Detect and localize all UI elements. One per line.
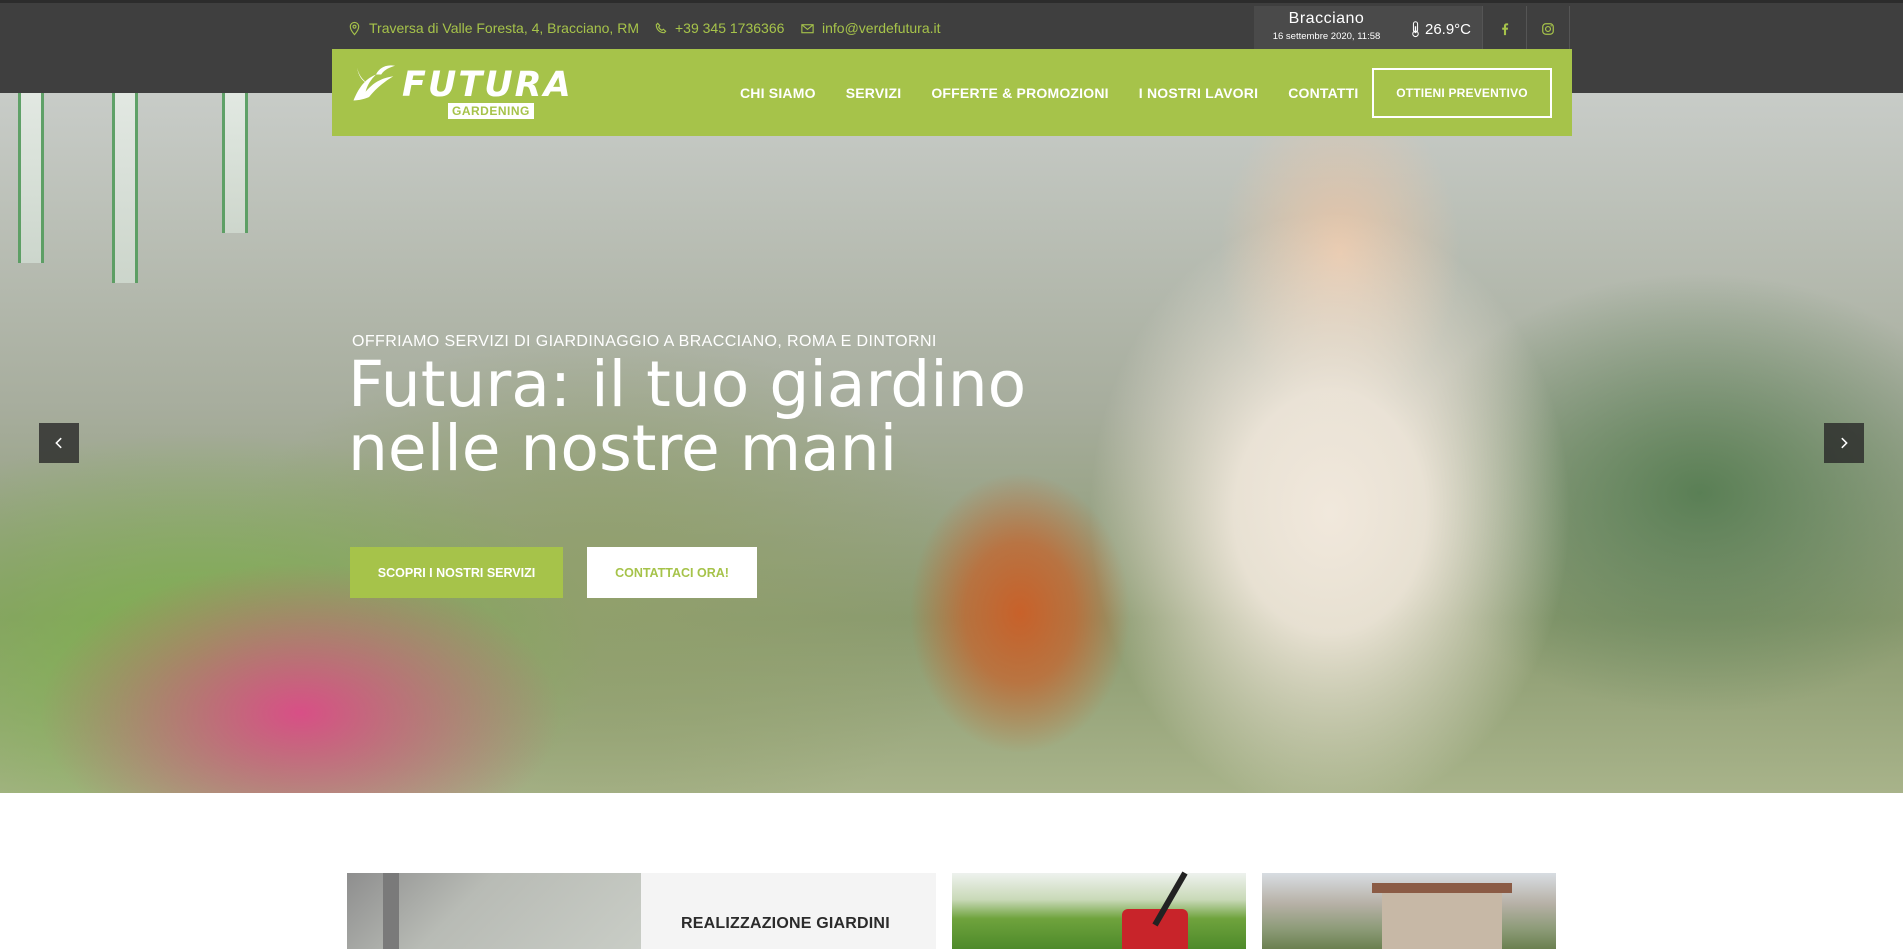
- logo-subtitle: GARDENING: [448, 103, 534, 119]
- card-garden-creation[interactable]: REALIZZAZIONE GIARDINI: [641, 873, 936, 949]
- nav-servizi[interactable]: SERVIZI: [846, 85, 902, 101]
- facebook-link[interactable]: [1482, 6, 1526, 52]
- weather-temp-block: 26.9°C: [1399, 6, 1482, 52]
- email-text: info@verdefutura.it: [822, 20, 941, 36]
- slider-prev-button[interactable]: [39, 423, 79, 463]
- slider-next-button[interactable]: [1824, 423, 1864, 463]
- envelope-icon: [801, 23, 814, 33]
- hero-slider: OFFRIAMO SERVIZI DI GIARDINAGGIO A BRACC…: [0, 93, 1903, 793]
- chevron-left-icon: [55, 437, 62, 449]
- weather-city-block: Bracciano 16 settembre 2020, 11:58: [1254, 6, 1399, 52]
- site-logo[interactable]: FUTURA GARDENING: [350, 61, 571, 123]
- card-image-lawn-mowing[interactable]: [952, 871, 1246, 949]
- hero-bg-banner: [112, 93, 138, 283]
- weather-datetime: 16 settembre 2020, 11:58: [1272, 31, 1381, 42]
- hero-bg-banner: [222, 93, 248, 233]
- nav-contatti[interactable]: CONTATTI: [1288, 85, 1358, 101]
- address-text: Traversa di Valle Foresta, 4, Bracciano,…: [369, 20, 639, 36]
- email-contact[interactable]: info@verdefutura.it: [800, 17, 941, 39]
- chevron-right-icon: [1841, 437, 1848, 449]
- nav-chi-siamo[interactable]: CHI SIAMO: [740, 85, 816, 101]
- phone-icon: [655, 22, 667, 33]
- get-quote-button[interactable]: OTTIENI PREVENTIVO: [1372, 68, 1552, 118]
- phone-text: +39 345 1736366: [675, 20, 785, 36]
- weather-city: Bracciano: [1288, 10, 1365, 27]
- facebook-icon: [1501, 23, 1508, 36]
- address-contact: Traversa di Valle Foresta, 4, Bracciano,…: [347, 17, 639, 39]
- thermometer-icon: [1412, 21, 1419, 38]
- instagram-link[interactable]: [1526, 6, 1570, 52]
- main-menu: CHI SIAMO SERVIZI OFFERTE & PROMOZIONI I…: [740, 49, 1388, 136]
- hero-title-line-1: Futura: il tuo giardino: [348, 348, 1027, 421]
- instagram-icon: [1542, 23, 1554, 35]
- main-navbar: FUTURA GARDENING CHI SIAMO SERVIZI OFFER…: [332, 49, 1572, 136]
- nav-offerte-promozioni[interactable]: OFFERTE & PROMOZIONI: [931, 85, 1108, 101]
- card-image-irrigation[interactable]: [1262, 873, 1556, 949]
- map-pin-icon: [349, 21, 360, 35]
- card-title: REALIZZAZIONE GIARDINI: [681, 915, 890, 932]
- weather-widget: Bracciano 16 settembre 2020, 11:58 26.9°…: [1254, 6, 1482, 52]
- roof-shape: [1372, 883, 1512, 893]
- nav-i-nostri-lavori[interactable]: I NOSTRI LAVORI: [1139, 85, 1258, 101]
- house-shape: [1382, 891, 1502, 949]
- card-image-detail: [383, 873, 399, 949]
- services-cards: REALIZZAZIONE GIARDINI: [0, 793, 1903, 949]
- weather-temperature: 26.9°C: [1424, 20, 1472, 38]
- card-image-garden-creation[interactable]: [347, 873, 641, 949]
- contact-us-button[interactable]: CONTATTACI ORA!: [587, 547, 757, 598]
- hero-title-line-2: nelle nostre mani: [348, 412, 898, 485]
- swallow-logo-icon: [353, 65, 396, 101]
- lawnmower-shape: [1122, 909, 1188, 949]
- hero-bg-banner: [18, 93, 44, 263]
- discover-services-button[interactable]: SCOPRI I NOSTRI SERVIZI: [350, 547, 563, 598]
- logo-wordmark: FUTURA: [402, 65, 573, 105]
- hero-title: Futura: il tuo giardino nelle nostre man…: [348, 353, 1026, 481]
- phone-contact[interactable]: +39 345 1736366: [653, 17, 784, 39]
